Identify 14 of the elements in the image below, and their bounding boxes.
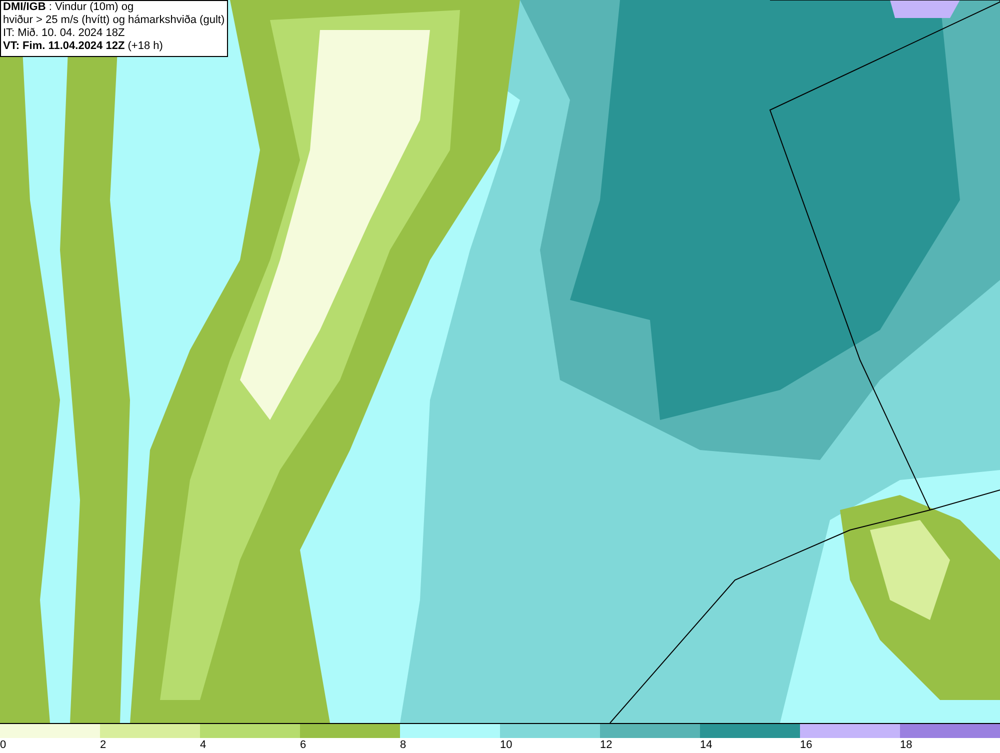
legend-label: 16 <box>800 738 812 752</box>
legend-label: 8 <box>400 738 406 752</box>
legend-label: 6 <box>300 738 306 752</box>
legend-label: 2 <box>100 738 106 752</box>
legend-label: 14 <box>700 738 712 752</box>
legend-label: 4 <box>200 738 206 752</box>
title-line: hviður > 25 m/s (hvítt) og hámarkshviða (gult) <box>3 14 225 27</box>
legend-label: 10 <box>500 738 512 752</box>
legend-label: 0 <box>0 738 6 752</box>
title-line: DMI/IGB : Vindur (10m) og <box>3 1 135 14</box>
legend-label: 12 <box>600 738 612 752</box>
title-line: VT: Fim. 11.04.2024 12Z (+18 h) <box>3 40 164 53</box>
title-line: IT: Mið. 10. 04. 2024 18Z <box>3 27 126 40</box>
legend-label: 18 <box>900 738 912 752</box>
